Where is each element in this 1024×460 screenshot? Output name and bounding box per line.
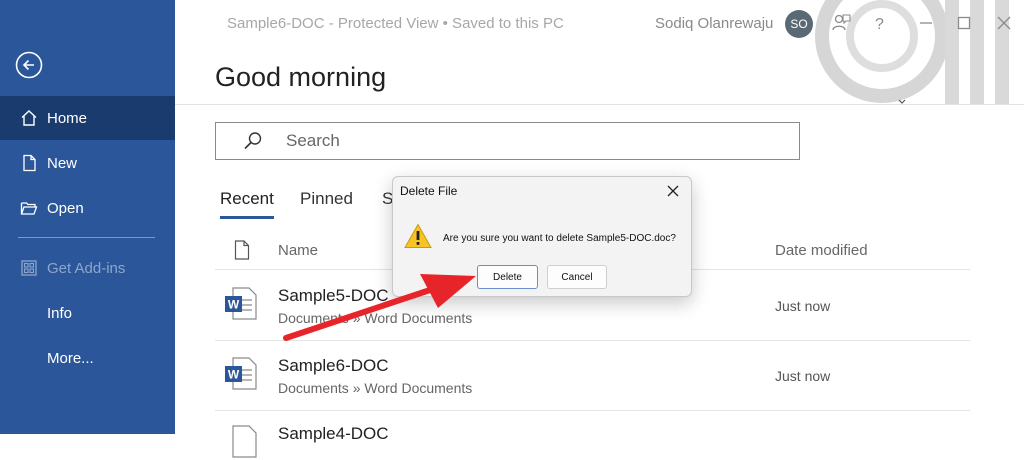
page-title: Good morning xyxy=(215,62,387,92)
file-path: Documents » Word Documents xyxy=(278,310,473,326)
help-button[interactable]: ? xyxy=(868,12,890,34)
tab-recent[interactable]: Recent xyxy=(220,189,274,209)
backstage-sidebar: Home New Open Get Add-ins Info More... xyxy=(0,0,175,434)
file-path: Documents » Word Documents xyxy=(278,380,473,396)
word-document-icon: W xyxy=(225,287,257,320)
sidebar-item-label: Get Add-ins xyxy=(47,259,126,277)
close-icon xyxy=(997,16,1011,30)
cancel-button[interactable]: Cancel xyxy=(547,265,607,289)
svg-text:?: ? xyxy=(875,16,884,33)
tab-active-indicator xyxy=(220,216,274,219)
delete-button[interactable]: Delete xyxy=(477,265,538,289)
chevron-down-icon xyxy=(898,99,906,104)
dialog-close-button[interactable] xyxy=(665,183,681,199)
svg-text:W: W xyxy=(228,298,240,312)
back-button[interactable] xyxy=(14,50,44,80)
add-ins-icon xyxy=(20,259,38,277)
help-icon: ? xyxy=(875,16,884,33)
file-name: Sample6-DOC xyxy=(278,356,389,375)
sidebar-item-new[interactable]: New xyxy=(0,141,175,185)
home-icon xyxy=(20,109,38,127)
sidebar-item-info[interactable]: Info xyxy=(0,291,175,335)
column-header-name[interactable]: Name xyxy=(278,242,318,259)
feedback-button[interactable] xyxy=(830,12,852,34)
sidebar-item-label: Home xyxy=(47,109,88,127)
row-divider xyxy=(215,410,970,411)
open-folder-icon xyxy=(20,199,38,217)
dialog-message: Are you sure you want to delete Sample5-… xyxy=(443,233,676,244)
sidebar-item-label: Info xyxy=(47,304,73,322)
title-bar: Sample6-DOC - Protected View • Saved to … xyxy=(175,0,1024,48)
sidebar-divider xyxy=(18,237,155,238)
word-document-icon xyxy=(232,425,257,458)
sidebar-item-home[interactable]: Home xyxy=(0,96,175,140)
file-date: Just now xyxy=(775,368,831,384)
word-document-icon: W xyxy=(225,357,257,390)
file-type-column-icon xyxy=(234,240,250,260)
minimize-icon xyxy=(920,22,932,24)
warning-icon xyxy=(404,223,432,248)
sidebar-item-get-add-ins[interactable]: Get Add-ins xyxy=(0,246,175,290)
avatar[interactable]: SO xyxy=(785,10,813,38)
svg-text:W: W xyxy=(228,368,240,382)
header-divider xyxy=(175,104,1024,105)
search-box[interactable] xyxy=(215,122,800,160)
new-document-icon xyxy=(20,154,38,172)
maximize-icon xyxy=(957,16,971,30)
maximize-button[interactable] xyxy=(953,12,975,34)
dialog-title: Delete File xyxy=(400,184,458,198)
sidebar-item-label: New xyxy=(47,154,78,172)
column-header-date-modified[interactable]: Date modified xyxy=(775,242,868,259)
search-icon xyxy=(244,132,262,150)
user-name[interactable]: Sodiq Olanrewaju xyxy=(655,15,773,32)
delete-file-dialog: Delete File Are you sure you want to del… xyxy=(392,176,692,297)
file-name: Sample5-DOC xyxy=(278,286,389,305)
close-window-button[interactable] xyxy=(993,12,1015,34)
row-divider xyxy=(215,340,970,341)
back-arrow-icon xyxy=(15,51,43,79)
sidebar-item-label: Open xyxy=(47,199,84,217)
sidebar-item-more[interactable]: More... xyxy=(0,336,175,380)
tab-pinned[interactable]: Pinned xyxy=(300,189,353,209)
window-title: Sample6-DOC - Protected View • Saved to … xyxy=(227,15,564,32)
search-input[interactable] xyxy=(284,130,768,152)
feedback-icon xyxy=(832,14,851,31)
file-date: Just now xyxy=(775,298,831,314)
sidebar-item-open[interactable]: Open xyxy=(0,186,175,230)
sidebar-item-label: More... xyxy=(47,349,94,367)
minimize-button[interactable] xyxy=(915,12,937,34)
file-name: Sample4-DOC xyxy=(278,424,389,443)
close-icon xyxy=(667,185,679,197)
